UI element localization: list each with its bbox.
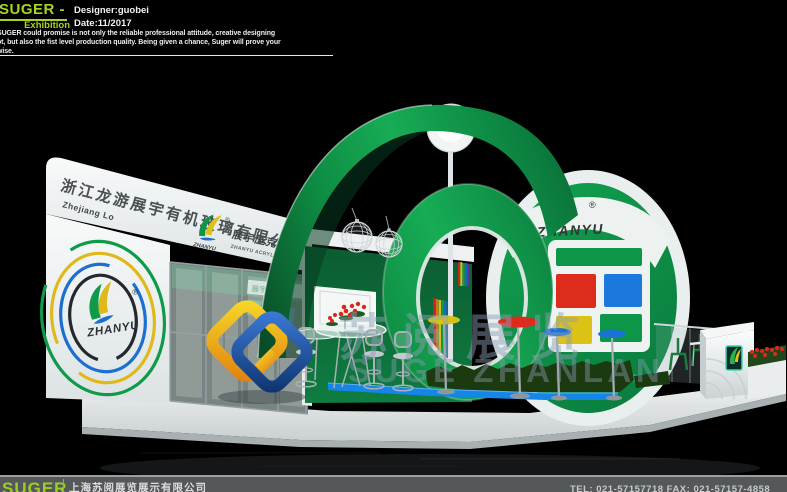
window-square-green: [556, 248, 642, 266]
window-square-blue: [604, 274, 642, 307]
diamond-shadow: [218, 390, 306, 404]
footer-suger-logo: SUGER: [2, 479, 67, 492]
render-sheet: SUGER - Exhibition Designer:guobei Date:…: [0, 0, 787, 492]
window-square-green2: [600, 314, 642, 342]
footer-company-name: 上海苏阅展览展示有限公司: [69, 480, 207, 492]
stool-base: [606, 396, 622, 401]
footer-separator: [63, 479, 64, 492]
registered-mark: ®: [589, 200, 596, 210]
reception-counter: [700, 322, 754, 399]
stool-base: [437, 390, 455, 395]
booth-3d-render: 浙江龙游展宇有机玻璃有限公司 Zhejiang Lo ZHANYU ® ZHAN…: [0, 0, 787, 492]
stool-base: [551, 396, 567, 401]
stool-top-blue: [598, 330, 626, 338]
footer-contact: TEL: 021-57157718 FAX: 021-57157-4858: [570, 484, 770, 492]
flower-planter: [748, 345, 786, 399]
watermark-en: SUGE ZHANLAN: [348, 352, 664, 390]
stool-base: [510, 393, 530, 399]
wire-sphere-lamp-icon: [342, 219, 372, 252]
